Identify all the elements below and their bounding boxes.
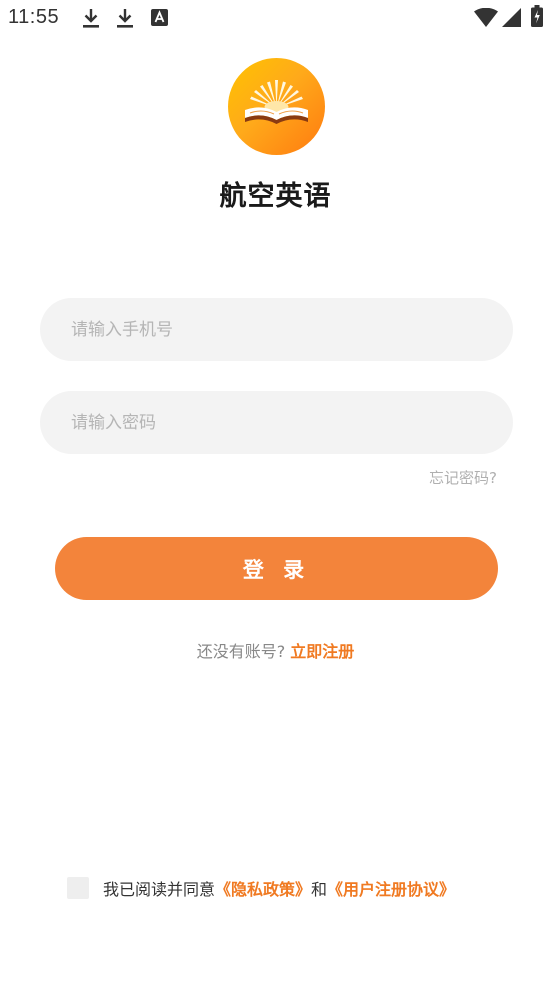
- battery-icon: [531, 5, 543, 27]
- text-a-icon: [151, 9, 168, 26]
- register-row: 还没有账号? 立即注册: [0, 638, 551, 662]
- login-screen: 11:55 航空英语 请输入手机号 忘记密码? 登 录 还没有账号? 立即注册 …: [0, 0, 551, 983]
- agreement-prefix: 我已阅读并同意: [103, 880, 216, 899]
- app-logo: [228, 58, 325, 155]
- agreement-row: 我已阅读并同意 《隐私政策》 和 《用户注册协议》: [67, 876, 455, 900]
- download-icon: [82, 7, 100, 29]
- login-button[interactable]: 登 录: [55, 537, 498, 600]
- wifi-icon: [474, 8, 498, 27]
- privacy-policy-link[interactable]: 《隐私政策》: [215, 876, 311, 900]
- user-agreement-link[interactable]: 《用户注册协议》: [327, 876, 455, 900]
- agreement-checkbox[interactable]: [67, 877, 89, 899]
- download-icon: [116, 7, 134, 29]
- phone-input[interactable]: [71, 319, 471, 340]
- password-input[interactable]: [71, 412, 471, 433]
- app-title: 航空英语: [219, 181, 332, 212]
- status-bar: 11:55: [0, 0, 551, 36]
- register-link[interactable]: 立即注册: [290, 642, 354, 661]
- open-book-sunrise-icon: [245, 80, 308, 124]
- phone-field[interactable]: [40, 298, 513, 361]
- forgot-password-link[interactable]: 忘记密码?: [429, 467, 497, 488]
- agreement-connector: 和: [311, 880, 328, 899]
- status-time: 11:55: [8, 6, 60, 28]
- password-field[interactable]: [40, 391, 513, 454]
- register-prompt: 还没有账号?: [196, 642, 286, 661]
- signal-icon: [502, 8, 521, 27]
